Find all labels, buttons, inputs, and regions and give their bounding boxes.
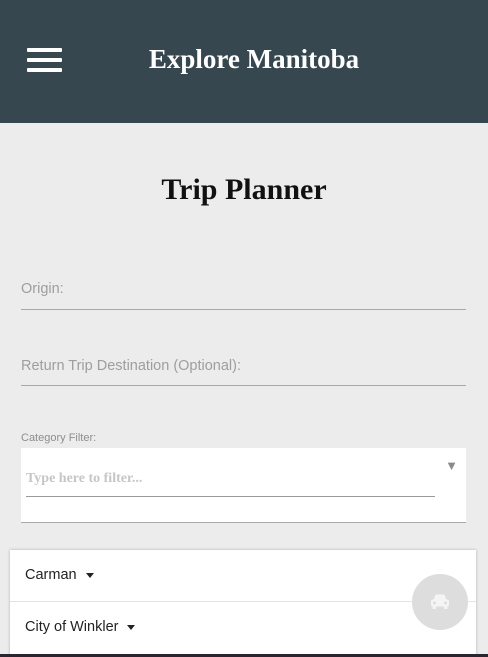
car-icon bbox=[431, 594, 449, 609]
origin-underline bbox=[21, 309, 466, 310]
origin-field[interactable]: Origin: bbox=[21, 281, 64, 297]
list-item-label: City of Winkler bbox=[25, 619, 119, 635]
destination-list: Carman City of Winkler bbox=[10, 550, 476, 657]
return-destination-field[interactable]: Return Trip Destination (Optional): bbox=[21, 358, 241, 374]
car-fab-button[interactable] bbox=[412, 574, 468, 630]
caret-down-icon bbox=[85, 572, 94, 578]
dropdown-arrow-icon[interactable]: ▼ bbox=[445, 458, 458, 473]
category-filter-label: Category Filter: bbox=[21, 432, 97, 444]
list-item[interactable]: City of Winkler bbox=[10, 602, 476, 653]
app-title: Explore Manitoba bbox=[148, 44, 360, 74]
list-item-label: Carman bbox=[25, 567, 77, 583]
caret-down-icon bbox=[127, 624, 136, 630]
page-title: Trip Planner bbox=[161, 173, 327, 206]
return-destination-underline bbox=[21, 385, 466, 386]
category-filter-input[interactable] bbox=[26, 462, 435, 497]
app-header: Explore Manitoba bbox=[0, 0, 488, 123]
list-item[interactable]: Carman bbox=[10, 550, 476, 601]
category-filter-box: ▼ bbox=[21, 448, 466, 523]
